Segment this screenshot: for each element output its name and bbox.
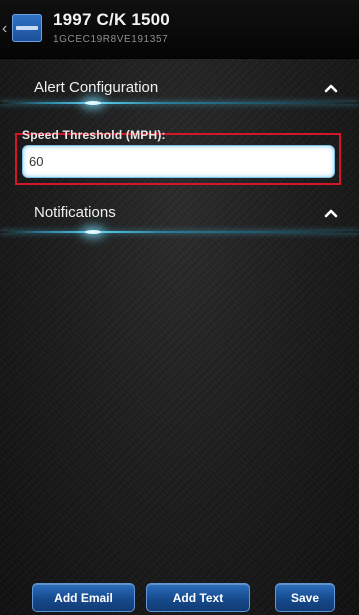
alert-configuration-title: Alert Configuration [34, 79, 159, 96]
notifications-header[interactable]: Notifications [0, 195, 359, 231]
divider-glow-dot [85, 101, 101, 105]
save-button[interactable]: Save [275, 583, 335, 612]
app-logo-icon[interactable] [12, 14, 42, 42]
divider-glow [0, 231, 359, 233]
vin-subtitle: 1GCEC19R8VE191357 [53, 34, 169, 45]
divider-glow [0, 102, 359, 104]
speed-threshold-input[interactable] [22, 145, 335, 178]
action-bar: ‹ 1997 C/K 1500 1GCEC19R8VE191357 [0, 0, 359, 59]
add-email-button[interactable]: Add Email [32, 583, 135, 612]
chevron-up-icon[interactable] [323, 205, 339, 221]
chevron-left-icon[interactable]: ‹ [2, 20, 12, 38]
speed-threshold-label: Speed Threshold (MPH): [22, 128, 166, 142]
vehicle-title: 1997 C/K 1500 [53, 10, 170, 29]
divider-glow-dot [85, 230, 101, 234]
add-text-button[interactable]: Add Text [146, 583, 250, 612]
chevron-up-icon[interactable] [323, 80, 339, 96]
notifications-title: Notifications [34, 204, 116, 221]
alert-configuration-header[interactable]: Alert Configuration [0, 70, 359, 106]
